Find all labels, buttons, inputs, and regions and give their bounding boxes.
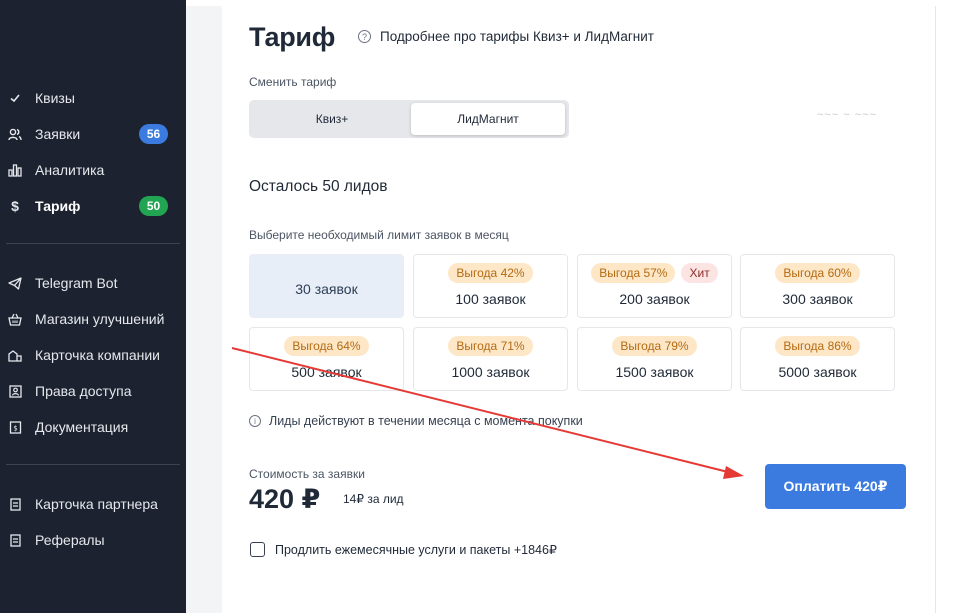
sidebar-item-label: Заявки [35,126,81,142]
telegram-icon [8,276,22,290]
sidebar-item-label: Тариф [35,198,81,214]
tariff-info-link-text: Подробнее про тарифы Квиз+ и ЛидМагнит [380,29,654,44]
sidebar-item-requests[interactable]: Заявки 56 [0,120,186,148]
basket-icon [8,312,22,326]
option-name: 500 заявок [291,364,362,380]
sidebar-item-telegram-bot[interactable]: Telegram Bot [0,269,186,297]
sidebar-item-tariff[interactable]: $ Тариф 50 [0,192,186,220]
leads-validity-note: i Лиды действуют в течении месяца с моме… [249,414,583,428]
check-icon [8,91,22,105]
sidebar-item-partner-card[interactable]: Карточка партнера [0,490,186,518]
cost-label: Стоимость за заявки [249,467,365,481]
access-icon [8,384,22,398]
option-100[interactable]: Выгода 42% 100 заявок [413,254,568,318]
sidebar-item-company-card[interactable]: Карточка компании [0,341,186,369]
extend-services-label[interactable]: Продлить ежемесячные услуги и пакеты +18… [275,542,557,557]
sidebar-divider [6,243,180,244]
sidebar-item-quizzes[interactable]: Квизы [0,84,186,112]
option-500[interactable]: Выгода 64% 500 заявок [249,327,404,391]
tab-lidmagnit[interactable]: ЛидМагнит [411,103,565,135]
tab-quiz-plus[interactable]: Квиз+ [252,103,412,135]
discount-badge: Выгода 64% [284,336,369,356]
sidebar-item-label: Квизы [35,90,75,106]
sidebar-item-analytics[interactable]: Аналитика [0,156,186,184]
option-name: 100 заявок [455,291,526,307]
page-title: Тариф [249,22,336,52]
remaining-leads: Осталось 50 лидов [249,178,388,195]
option-300[interactable]: Выгода 60% 300 заявок [740,254,895,318]
sidebar-item-label: Карточка партнера [35,496,158,512]
sidebar-item-documentation[interactable]: $ Документация [0,413,186,441]
info-icon: i [249,415,261,427]
option-name: 5000 заявок [778,364,857,380]
discount-badge: Выгода 79% [612,336,697,356]
sidebar-item-upgrades-store[interactable]: Магазин улучшений [0,305,186,333]
hit-badge: Хит [681,263,718,283]
sidebar: Квизы Заявки 56 Аналитика $ Тариф 50 Tel… [0,0,186,613]
discount-badge: Выгода 57% [591,263,676,283]
leads-count-badge: 50 [139,196,168,216]
faded-text: ~~~ ~ ~~~ [817,109,878,121]
sidebar-divider [6,464,180,465]
partner-card-icon [8,497,22,511]
document-icon: $ [8,420,22,434]
option-30[interactable]: 30 заявок [249,254,404,318]
total-price: 420 ₽ [249,484,321,514]
svg-text:$: $ [13,424,17,432]
option-name: 30 заявок [295,281,358,297]
bar-chart-icon [8,163,22,177]
question-icon: ? [358,30,371,43]
discount-badge: Выгода 86% [775,336,860,356]
dollar-icon: $ [11,198,19,214]
right-panel-edge [935,6,959,613]
referrals-icon [8,533,22,547]
option-name: 300 заявок [782,291,853,307]
sidebar-item-label: Аналитика [35,162,105,178]
note-text: Лиды действуют в течении месяца с момент… [269,414,583,428]
option-name: 1500 заявок [615,364,694,380]
sidebar-item-label: Карточка компании [35,347,160,363]
discount-badge: Выгода 71% [448,336,533,356]
option-200[interactable]: Выгода 57% Хит 200 заявок [577,254,732,318]
limit-label: Выберите необходимый лимит заявок в меся… [249,228,509,242]
option-1500[interactable]: Выгода 79% 1500 заявок [577,327,732,391]
sidebar-item-label: Документация [35,419,129,435]
sidebar-item-referrals[interactable]: Рефералы [0,526,186,554]
sidebar-item-label: Telegram Bot [35,275,118,291]
sidebar-item-access-rights[interactable]: Права доступа [0,377,186,405]
option-1000[interactable]: Выгода 71% 1000 заявок [413,327,568,391]
requests-count-badge: 56 [139,124,168,144]
extend-services-checkbox[interactable] [250,542,265,557]
option-5000[interactable]: Выгода 86% 5000 заявок [740,327,895,391]
sidebar-item-label: Рефералы [35,532,105,548]
users-icon [8,127,22,141]
discount-badge: Выгода 42% [448,263,533,283]
sidebar-item-label: Права доступа [35,383,132,399]
option-name: 200 заявок [619,291,690,307]
discount-badge: Выгода 60% [775,263,860,283]
sidebar-item-label: Магазин улучшений [35,311,165,327]
pay-button[interactable]: Оплатить 420₽ [765,464,906,509]
switch-tariff-label: Сменить тариф [249,75,337,89]
company-card-icon [8,348,22,362]
option-name: 1000 заявок [451,364,530,380]
price-per-lead: 14₽ за лид [343,492,404,506]
tariff-info-link[interactable]: ? Подробнее про тарифы Квиз+ и ЛидМагнит [358,29,654,44]
tariff-switch: Квиз+ ЛидМагнит [249,100,569,138]
